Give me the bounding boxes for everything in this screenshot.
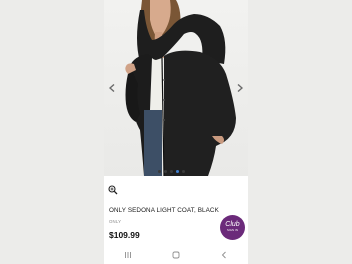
product-image-gallery[interactable]: [104, 0, 248, 176]
system-nav-bar: [104, 246, 248, 264]
club-logo-text: Club: [225, 221, 240, 228]
recents-icon: [125, 252, 131, 258]
chevron-right-icon: [237, 83, 244, 93]
product-photo: [125, 0, 236, 176]
gallery-dot[interactable]: [182, 170, 185, 173]
club-sign-in-label: SIGN IN: [226, 228, 239, 232]
gallery-dot[interactable]: [164, 170, 167, 173]
club-sign-in-badge[interactable]: Club SIGN IN: [220, 215, 245, 240]
product-brand[interactable]: ONLY: [109, 219, 121, 224]
gallery-dot-active[interactable]: [176, 170, 179, 173]
chevron-left-icon: [108, 83, 115, 93]
product-title: ONLY SEDONA LIGHT COAT, BLACK: [109, 207, 219, 214]
home-button[interactable]: [169, 248, 183, 262]
gallery-dot[interactable]: [170, 170, 173, 173]
gallery-dot[interactable]: [158, 170, 161, 173]
gallery-prev-arrow[interactable]: [106, 82, 118, 94]
back-button[interactable]: [217, 248, 231, 262]
gallery-next-arrow[interactable]: [234, 82, 246, 94]
product-price: $109.99: [109, 230, 140, 240]
gallery-pagination: [158, 170, 185, 173]
product-page: ONLY SEDONA LIGHT COAT, BLACK ONLY $109.…: [104, 0, 248, 264]
zoom-in-icon: [108, 185, 118, 195]
recents-button[interactable]: [121, 248, 135, 262]
home-icon: [172, 251, 180, 259]
back-icon: [221, 251, 226, 259]
zoom-button[interactable]: [108, 182, 118, 195]
